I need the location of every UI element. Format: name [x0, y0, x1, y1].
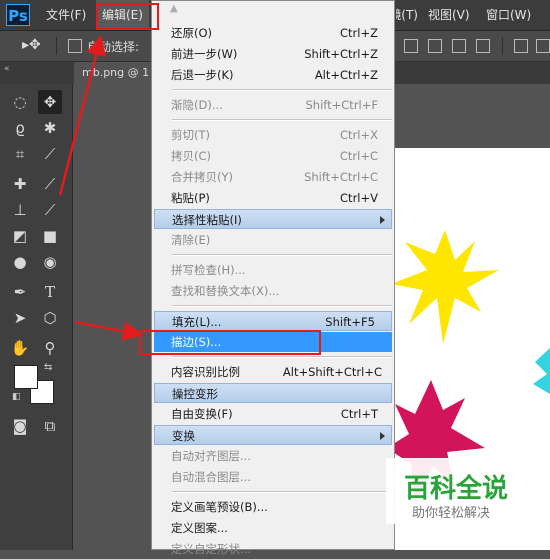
annotation-arrows	[58, 35, 143, 342]
annotation-arrow-1	[58, 35, 106, 196]
annotation-arrow-2	[74, 320, 143, 342]
foreground-color-swatch[interactable]	[14, 365, 38, 389]
